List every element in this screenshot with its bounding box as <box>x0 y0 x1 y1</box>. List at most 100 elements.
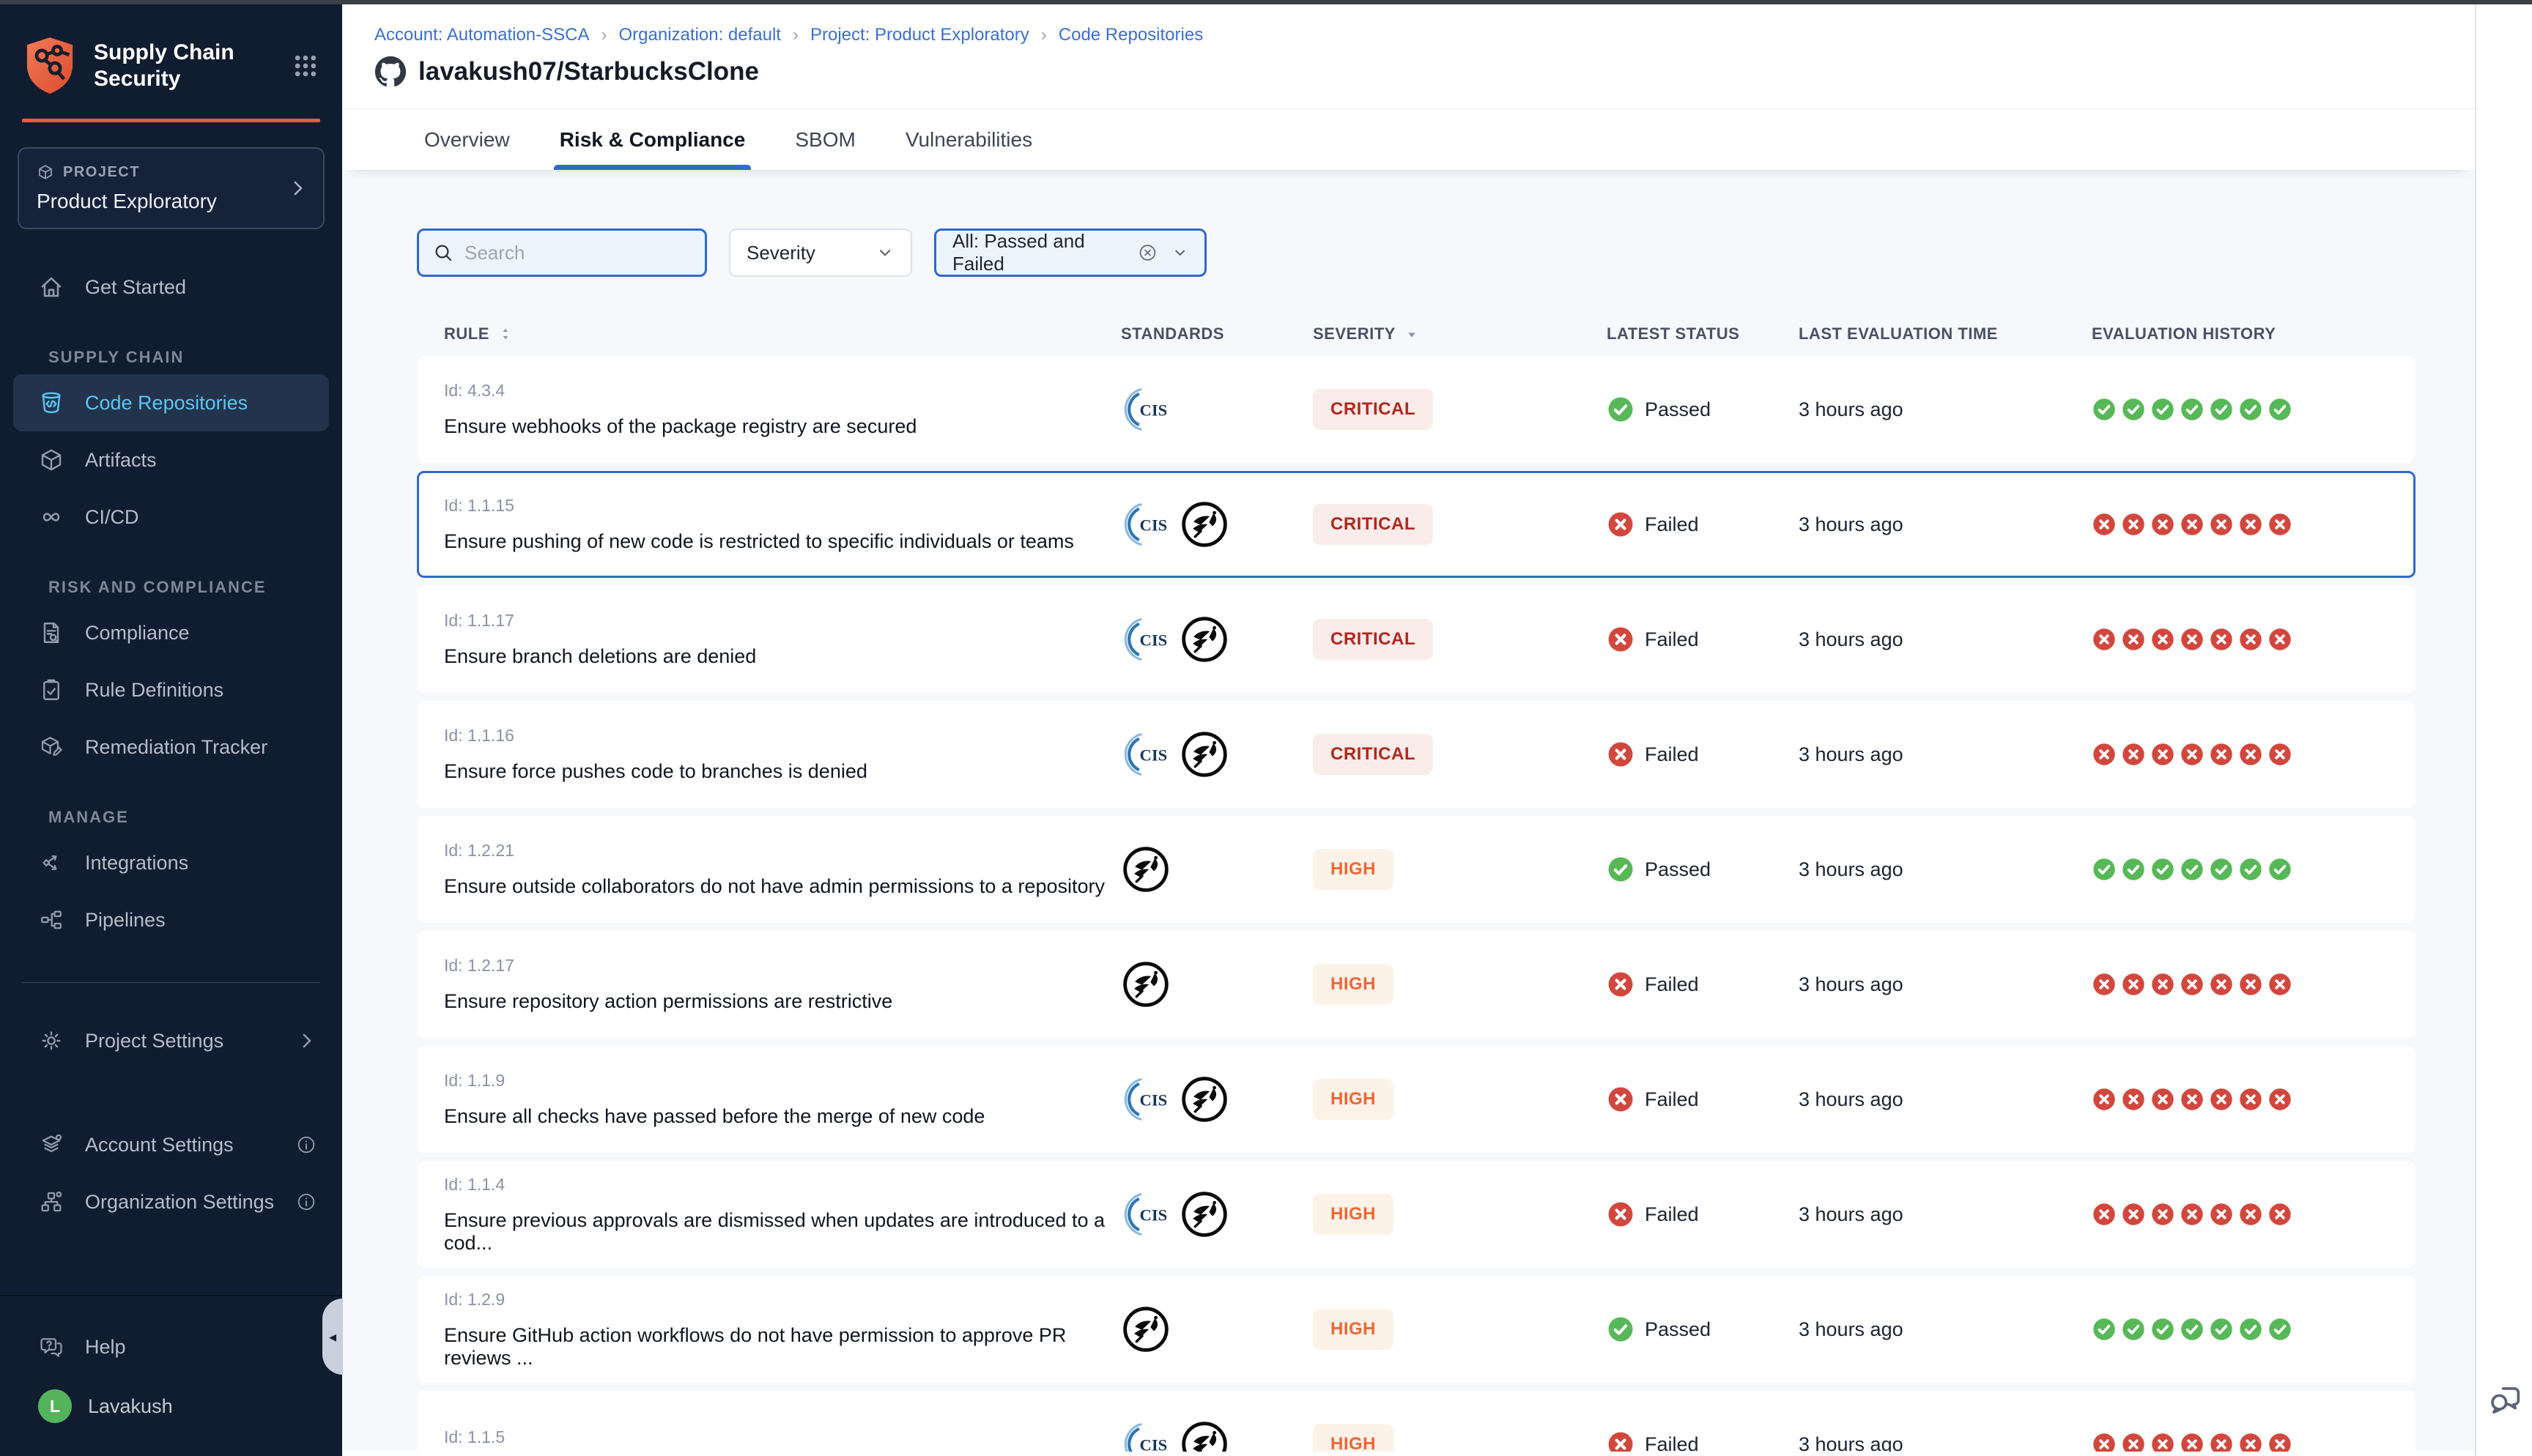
sidebar-divider <box>22 982 320 983</box>
standards-cell <box>1121 729 1313 779</box>
column-header-standards[interactable]: STANDARDS <box>1121 324 1313 343</box>
clear-filter-icon[interactable] <box>1137 241 1158 264</box>
history-pass-icon <box>2150 857 2175 882</box>
sidebar-item-project-settings[interactable]: Project Settings <box>13 1012 329 1069</box>
table-row[interactable]: Id: 1.2.17 Ensure repository action perm… <box>417 931 2416 1038</box>
severity-filter[interactable]: Severity <box>729 229 912 277</box>
sidebar-item-remediation-tracker[interactable]: Remediation Tracker <box>13 718 329 776</box>
tabs: Overview Risk & Compliance SBOM Vulnerabili… <box>342 108 2475 170</box>
sidebar-collapse-handle[interactable]: ◂ <box>322 1299 343 1375</box>
history-pass-icon <box>2238 1317 2263 1342</box>
sidebar-item-ci-cd[interactable]: CI/CD <box>13 489 329 546</box>
history-pass-icon <box>2180 1317 2205 1342</box>
table-body: Id: 4.3.4 Ensure webhooks of the package… <box>417 356 2475 1452</box>
search-input[interactable] <box>464 242 692 264</box>
history-fail-icon <box>2209 1087 2234 1112</box>
history-fail-icon <box>2121 972 2146 997</box>
sort-icon[interactable] <box>497 325 514 343</box>
tab-sbom[interactable]: SBOM <box>795 109 855 170</box>
sidebar-item-compliance[interactable]: Compliance <box>13 604 329 661</box>
table-row[interactable]: Id: 4.3.4 Ensure webhooks of the package… <box>417 356 2416 463</box>
history-pass-icon <box>2121 1317 2146 1342</box>
breadcrumb-link[interactable]: Organization: default <box>618 25 780 45</box>
history-fail-icon <box>2268 742 2292 767</box>
sort-desc-icon[interactable] <box>1403 325 1421 343</box>
table-row[interactable]: Id: 1.1.9 Ensure all checks have passed … <box>417 1046 2416 1153</box>
tab-risk-compliance[interactable]: Risk & Compliance <box>560 109 746 170</box>
history-fail-icon <box>2238 627 2263 652</box>
status-filter[interactable]: All: Passed and Failed <box>934 229 1207 277</box>
evaluation-history <box>2092 1202 2388 1227</box>
sidebar-item-help[interactable]: Help <box>13 1318 329 1375</box>
history-fail-icon <box>2121 512 2146 537</box>
content: Severity All: Passed and Failed RULESTAN… <box>342 170 2475 1452</box>
artifacts-icon <box>38 447 64 473</box>
column-header-rule[interactable]: RULE <box>444 324 1121 343</box>
owasp-standard-icon <box>1121 959 1171 1009</box>
column-header-severity[interactable]: SEVERITY <box>1313 324 1607 343</box>
last-evaluation-time: 3 hours ago <box>1799 1088 2092 1111</box>
sidebar-item-account-settings[interactable]: Account Settings <box>13 1116 329 1173</box>
sidebar-item-get-started[interactable]: Get Started <box>13 259 329 316</box>
standards-cell <box>1121 499 1313 549</box>
page-title: lavakush07/StarbucksClone <box>418 57 759 86</box>
search-icon <box>432 242 454 264</box>
sidebar-item-organization-settings[interactable]: Organization Settings <box>13 1173 329 1230</box>
history-fail-icon <box>2150 627 2175 652</box>
last-evaluation-time: 3 hours ago <box>1799 1203 2092 1226</box>
table-row[interactable]: Id: 1.2.9 Ensure GitHub action workflows… <box>417 1276 2416 1383</box>
sidebar-item-integrations[interactable]: Integrations <box>13 834 329 891</box>
history-pass-icon <box>2150 397 2175 422</box>
sidebar-section-label: RISK AND COMPLIANCE <box>48 578 342 597</box>
tab-overview[interactable]: Overview <box>424 109 510 170</box>
table-row[interactable]: Id: 1.1.16 Ensure force pushes code to b… <box>417 701 2416 808</box>
project-selector[interactable]: PROJECT Product Exploratory <box>18 147 325 229</box>
column-header-evaluation-history[interactable]: EVALUATION HISTORY <box>2092 324 2388 343</box>
search-box[interactable] <box>417 229 707 277</box>
breadcrumb-link[interactable]: Project: Product Exploratory <box>810 25 1029 45</box>
sidebar-item-label: Organization Settings <box>85 1191 274 1214</box>
github-icon <box>374 56 407 88</box>
evaluation-history <box>2092 627 2388 652</box>
sidebar-item-artifacts[interactable]: Artifacts <box>13 431 329 489</box>
sidebar-item-code-repositories[interactable]: Code Repositories <box>13 374 329 431</box>
user-menu[interactable]: L Lavakush <box>13 1375 329 1437</box>
status-passed-icon <box>1607 1315 1635 1343</box>
sidebar-item-label: Rule Definitions <box>85 679 223 702</box>
tab-vulnerabilities[interactable]: Vulnerabilities <box>906 109 1032 170</box>
app-logo: Supply Chain Security <box>0 4 342 97</box>
history-fail-icon <box>2238 1202 2263 1227</box>
history-fail-icon <box>2268 512 2292 537</box>
table-row[interactable]: Id: 1.1.4 Ensure previous approvals are … <box>417 1161 2416 1268</box>
history-pass-icon <box>2121 397 2146 422</box>
severity-badge: HIGH <box>1313 1424 1393 1452</box>
column-header-latest-status[interactable]: LATEST STATUS <box>1607 324 1799 343</box>
apps-grid-icon[interactable] <box>291 51 320 81</box>
chevron-down-icon <box>876 243 895 262</box>
history-fail-icon <box>2180 742 2205 767</box>
status-filter-label: All: Passed and Failed <box>952 230 1124 275</box>
window-top-edge <box>0 0 2532 4</box>
feedback-chat-icon[interactable] <box>2487 1380 2525 1418</box>
history-pass-icon <box>2238 397 2263 422</box>
sidebar-item-rule-definitions[interactable]: Rule Definitions <box>13 661 329 718</box>
status-passed-icon <box>1607 855 1635 883</box>
table-row[interactable]: Id: 1.1.17 Ensure branch deletions are d… <box>417 586 2416 693</box>
latest-status: Failed <box>1607 1200 1799 1228</box>
account-settings-icon <box>38 1132 64 1158</box>
sidebar-bottom: Help L Lavakush <box>0 1295 342 1456</box>
table-row[interactable]: Id: 1.1.5 HIGH Failed 3 hours ago <box>417 1391 2416 1452</box>
history-fail-icon <box>2180 1087 2205 1112</box>
breadcrumb-link[interactable]: Code Repositories <box>1059 25 1203 45</box>
sidebar-item-pipelines[interactable]: Pipelines <box>13 891 329 948</box>
table-row[interactable]: Id: 1.2.21 Ensure outside collaborators … <box>417 816 2416 923</box>
latest-status: Failed <box>1607 740 1799 768</box>
history-fail-icon <box>2121 1087 2146 1112</box>
column-header-last-evaluation-time[interactable]: LAST EVALUATION TIME <box>1799 324 2092 343</box>
status-failed-icon <box>1607 510 1635 538</box>
sidebar-item-label: Project Settings <box>85 1030 223 1052</box>
history-fail-icon <box>2209 742 2234 767</box>
cis-standard-icon <box>1121 1189 1171 1239</box>
table-row[interactable]: Id: 1.1.15 Ensure pushing of new code is… <box>417 471 2416 578</box>
breadcrumb-link[interactable]: Account: Automation-SSCA <box>374 25 589 45</box>
